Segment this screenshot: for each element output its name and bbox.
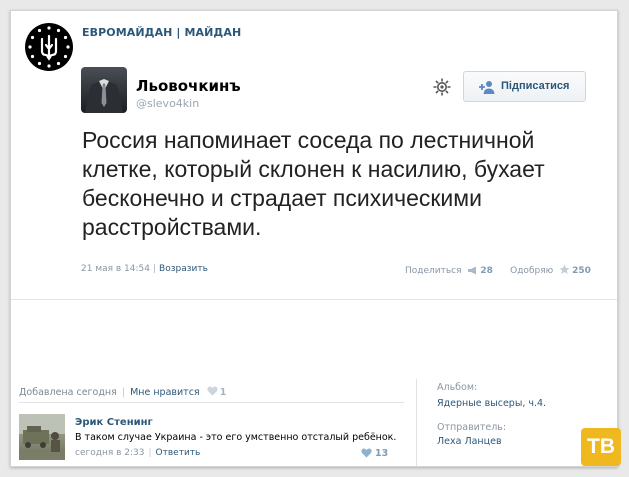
share-label[interactable]: Поделиться	[405, 266, 462, 276]
trident-stars-logo-icon	[28, 26, 70, 68]
watermark-logo: ТВ	[581, 428, 621, 466]
comment-text: В таком случае Украина - это его умствен…	[75, 432, 397, 443]
soldier-photo-icon	[19, 414, 65, 460]
tweet-actions: Поделиться 28 Одобряю 250	[405, 264, 591, 278]
author-handle[interactable]: @slevo4kin	[136, 97, 199, 110]
like-count: 1	[219, 387, 227, 398]
megaphone-icon[interactable]	[467, 266, 478, 278]
comment-like-count: 13	[375, 448, 389, 459]
comment-separator: |	[148, 448, 152, 458]
share-count: 28	[480, 266, 493, 276]
group-avatar[interactable]	[25, 23, 73, 71]
heart-icon[interactable]	[207, 386, 218, 399]
author-avatar[interactable]	[81, 67, 127, 113]
post-footer: Добавлена сегодня | Мне нравится 1	[19, 386, 226, 399]
comment-avatar[interactable]	[19, 414, 65, 460]
meta-separator: |	[153, 264, 157, 274]
gear-icon[interactable]	[432, 77, 452, 97]
tweet-text: Россия напоминает соседа по лестничной к…	[82, 127, 545, 240]
comment-reply-link[interactable]: Ответить	[156, 448, 201, 458]
divider	[11, 299, 617, 300]
sidebar-divider	[416, 379, 417, 466]
author-name[interactable]: Льовочкинъ	[136, 77, 241, 95]
heart-icon	[361, 448, 372, 458]
suit-tie-icon	[85, 79, 123, 113]
follow-button-label: Підписатися	[501, 80, 570, 92]
added-date: Добавлена сегодня	[19, 387, 117, 398]
tweet-meta: 21 мая в 14:54 | Возразить	[81, 264, 208, 274]
comment-like-button[interactable]: 13	[361, 448, 388, 459]
add-user-icon	[477, 79, 495, 95]
album-label: Альбом:	[437, 382, 478, 393]
comment-author[interactable]: Эрик Стенинг	[75, 417, 153, 428]
album-link[interactable]: Ядерные высеры, ч.4.	[437, 398, 546, 409]
follow-button[interactable]: Підписатися	[463, 71, 586, 102]
sender-label: Отправитель:	[437, 422, 507, 433]
comment-meta: сегодня в 2:33 | Ответить	[75, 448, 200, 458]
tweet-date[interactable]: 21 мая в 14:54	[81, 264, 150, 274]
approve-count: 250	[572, 266, 591, 276]
star-icon[interactable]	[559, 264, 570, 278]
approve-label[interactable]: Одобряю	[510, 266, 553, 276]
like-button[interactable]: Мне нравится	[130, 387, 200, 398]
group-name[interactable]: ЕВРОМАЙДАН | МАЙДАН	[82, 26, 241, 39]
post-card: ЕВРОМАЙДАН | МАЙДАН Льовочкинъ @slevo4ki…	[10, 10, 618, 467]
footer-separator: |	[121, 387, 126, 398]
reply-link[interactable]: Возразить	[159, 264, 208, 274]
comment-time[interactable]: сегодня в 2:33	[75, 448, 144, 458]
comments-divider	[19, 402, 404, 403]
sender-link[interactable]: Леха Ланцев	[437, 436, 502, 447]
